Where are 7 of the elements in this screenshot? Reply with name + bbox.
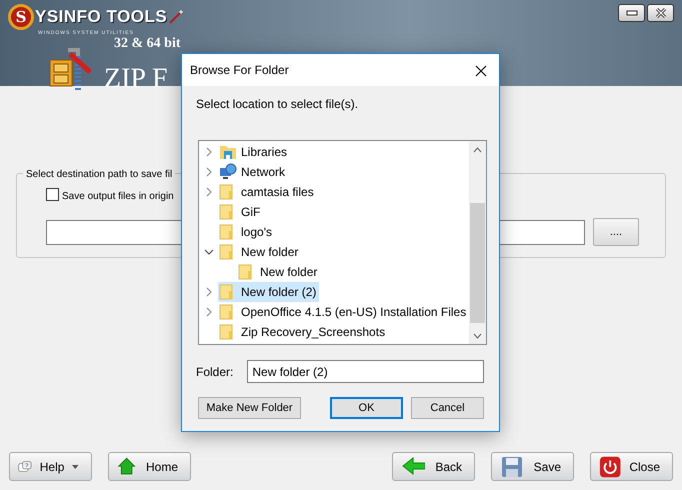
bit-label: 32 & 64 bit bbox=[114, 36, 182, 52]
logo-text: YSINFO TOOLS bbox=[35, 6, 168, 28]
instruction-text: Select location to select file(s). bbox=[196, 96, 360, 113]
logo-emblem: S bbox=[8, 4, 34, 30]
dialog-title: Browse For Folder bbox=[190, 62, 289, 79]
folder-label: Folder: bbox=[196, 364, 234, 380]
group-label: Select destination path to save fil bbox=[23, 167, 176, 182]
